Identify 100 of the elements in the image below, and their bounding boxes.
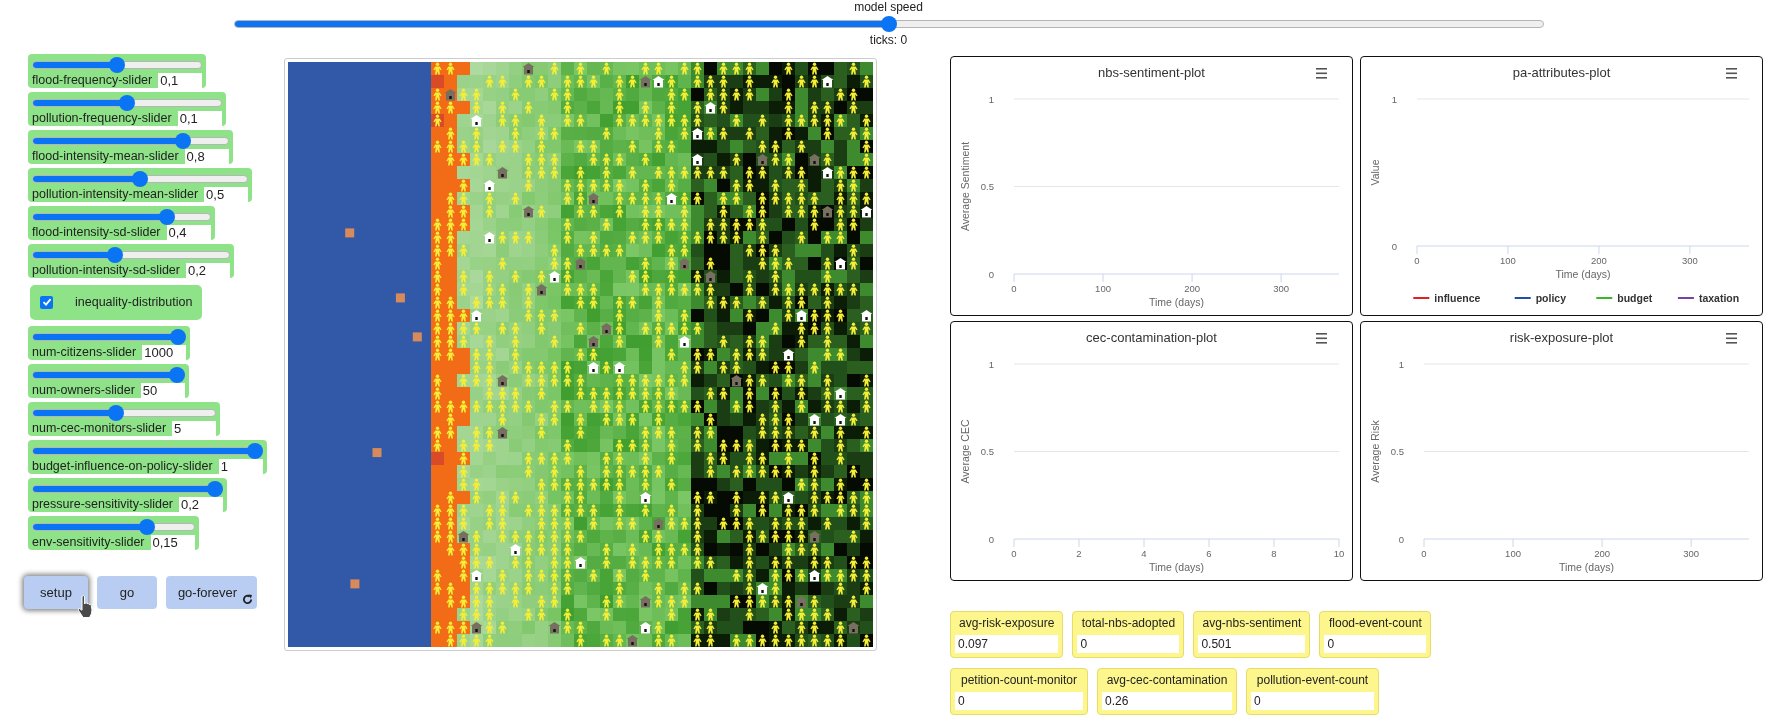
slider[interactable] <box>32 209 211 225</box>
monitor-label: petition-count-monitor <box>959 673 1079 688</box>
axis-title: Time (days) <box>1559 561 1614 573</box>
slider-label: num-cec-monitors-slider <box>32 420 168 436</box>
monitor-label: avg-risk-exposure <box>958 616 1056 631</box>
slider-label: pressure-sensitivity-slider <box>32 496 174 512</box>
slider-label: flood-intensity-mean-slider <box>32 149 180 164</box>
value-field[interactable]: 50 <box>140 382 185 398</box>
tick-counter: ticks: 0 <box>868 33 909 47</box>
axis-title: Value <box>1369 159 1381 186</box>
tick-label: 100 <box>1095 283 1111 294</box>
slider-label: flood-intensity-sd-slider <box>32 225 162 240</box>
tick-label: 300 <box>1681 255 1698 266</box>
value-field[interactable]: 0,15 <box>150 534 195 550</box>
tick-label: 0 <box>1398 533 1404 545</box>
slider[interactable] <box>32 404 217 421</box>
tick-label: 0 <box>1011 548 1017 559</box>
tick-label: 100 <box>1500 255 1516 266</box>
value-field[interactable]: 5 <box>172 420 217 436</box>
tick-label: 8 <box>1271 548 1277 559</box>
tick-label: 300 <box>1273 283 1290 294</box>
legend-label[interactable]: budget <box>1617 292 1653 304</box>
axis-title: Average CEC <box>959 419 971 484</box>
monitor-value: 0.501 <box>1198 635 1306 653</box>
chart-title: cec-contamination-plot <box>1086 330 1217 345</box>
slider[interactable] <box>32 328 187 345</box>
tick-label: 0.5 <box>980 181 994 192</box>
slider[interactable] <box>32 95 222 111</box>
axis-title: Time (days) <box>1149 296 1204 308</box>
monitor-label: avg-cec-contamination <box>1105 673 1229 688</box>
tick-label: 0 <box>1421 548 1427 559</box>
monitor-label: avg-nbs-sentiment <box>1201 616 1303 631</box>
switch-label: inequality-distribution <box>75 294 193 311</box>
slider-label: num-owners-slider <box>32 382 136 398</box>
monitor-value: 0 <box>955 692 1083 710</box>
value-field[interactable]: 0,1 <box>158 73 203 88</box>
value-field[interactable]: 0,2 <box>179 496 223 512</box>
menu-icon[interactable] <box>1316 333 1327 344</box>
monitor-value: 0 <box>1077 635 1180 653</box>
value-field[interactable]: 0,4 <box>166 225 211 240</box>
value-field[interactable]: 0,5 <box>204 187 249 202</box>
slider-label: budget-influence-on-policy-slider <box>32 458 214 474</box>
tick-label: 0 <box>1391 240 1397 252</box>
button[interactable]: go <box>97 575 157 609</box>
slider-label: pollution-frequency-slider <box>32 111 173 126</box>
slider[interactable] <box>32 171 249 187</box>
tick-label: 0 <box>988 533 994 545</box>
menu-icon[interactable] <box>1726 68 1737 79</box>
monitor-value: 0 <box>1324 635 1427 653</box>
monitor-label: pollution-event-count <box>1255 673 1370 688</box>
menu-icon[interactable] <box>1726 333 1737 344</box>
slider[interactable] <box>32 133 229 149</box>
chart-title: nbs-sentiment-plot <box>1098 65 1205 80</box>
slider-label: model speed <box>853 0 924 14</box>
slider[interactable] <box>32 57 203 73</box>
checkbox[interactable] <box>40 295 53 309</box>
tick-label: 100 <box>1505 548 1521 559</box>
monitor-value: 0 <box>1251 692 1374 710</box>
axis-title: Time (days) <box>1555 268 1611 280</box>
slider[interactable] <box>32 518 195 535</box>
tick-label: 200 <box>1184 283 1200 294</box>
tick-label: 10 <box>1333 548 1345 559</box>
tick-label: 1 <box>1398 358 1404 370</box>
axis-title: Time (days) <box>1149 561 1204 573</box>
slider-label: env-sensitivity-slider <box>32 534 146 550</box>
tick-label: 1 <box>1391 93 1397 105</box>
tick-label: 0 <box>1414 255 1420 266</box>
tick-label: 0 <box>988 268 994 280</box>
monitor-label: total-nbs-adopted <box>1080 616 1177 631</box>
value-field[interactable]: 0,8 <box>184 149 229 164</box>
slider[interactable] <box>32 480 223 497</box>
slider[interactable] <box>32 366 185 383</box>
tick-label: 0.5 <box>1390 446 1404 457</box>
value-field[interactable]: 0,1 <box>177 111 222 126</box>
button[interactable]: go-forever <box>166 575 257 609</box>
monitor-value: 0.097 <box>955 635 1059 653</box>
tick-label: 4 <box>1141 548 1147 559</box>
legend-label[interactable]: influence <box>1434 292 1481 304</box>
tick-label: 1 <box>988 358 994 370</box>
axis-title: Average Sentiment <box>959 141 971 232</box>
chart-title: pa-attributes-plot <box>1512 65 1611 80</box>
slider[interactable] <box>233 16 1544 32</box>
menu-icon[interactable] <box>1316 68 1327 79</box>
chart-title: risk-exposure-plot <box>1509 330 1614 345</box>
tick-label: 1 <box>988 93 994 105</box>
tick-label: 0.5 <box>980 446 994 457</box>
refresh-icon <box>242 593 253 605</box>
monitor-value: 0.26 <box>1102 692 1232 710</box>
legend-label[interactable]: policy <box>1535 292 1567 304</box>
tick-label: 200 <box>1591 255 1607 266</box>
tick-label: 6 <box>1206 548 1212 559</box>
slider-label: flood-frequency-slider <box>32 73 154 88</box>
value-field[interactable]: 0,2 <box>186 263 230 278</box>
slider-label: num-citizens-slider <box>32 344 138 360</box>
slider[interactable] <box>32 247 230 263</box>
slider[interactable] <box>32 442 263 459</box>
slider-label: pollution-intensity-sd-slider <box>32 263 181 278</box>
value-field[interactable]: 1 <box>218 458 263 474</box>
value-field[interactable]: 1000 <box>142 344 187 360</box>
legend-label[interactable]: taxation <box>1698 292 1740 304</box>
